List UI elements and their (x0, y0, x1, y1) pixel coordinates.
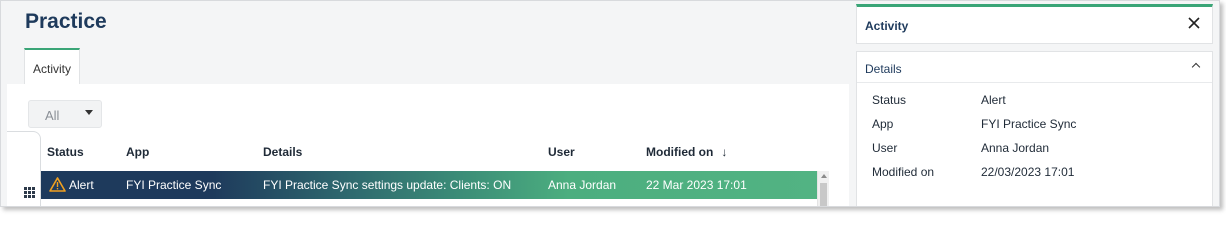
details-section: Details Status Alert App FYI Practice Sy… (856, 51, 1213, 206)
scrollbar-thumb[interactable] (820, 183, 827, 206)
close-icon[interactable] (1186, 15, 1202, 31)
tab-activity[interactable]: Activity (24, 48, 81, 84)
vertical-scrollbar[interactable] (817, 171, 829, 206)
row-details: FYI Practice Sync settings update: Clien… (263, 178, 512, 192)
detail-value-app: FYI Practice Sync (981, 117, 1077, 131)
detail-label-status: Status (872, 93, 907, 107)
detail-value-modified-on: 22/03/2023 17:01 (981, 165, 1075, 179)
row-app: FYI Practice Sync (126, 178, 222, 192)
app-window: Practice Activity All Status App Details… (0, 0, 1220, 207)
details-section-title: Details (865, 62, 902, 76)
main-content: Practice Activity All Status App Details… (1, 1, 849, 206)
detail-label-app: App (872, 117, 894, 131)
table-row[interactable]: Alert FYI Practice Sync FYI Practice Syn… (41, 171, 817, 199)
detail-label-user: User (872, 141, 898, 155)
side-panel-header: Activity (856, 4, 1213, 44)
column-header-app[interactable]: App (126, 145, 149, 159)
column-header-user[interactable]: User (548, 145, 575, 159)
column-header-details[interactable]: Details (263, 145, 302, 159)
detail-label-modified-on: Modified on (872, 165, 935, 179)
details-section-header[interactable]: Details (857, 52, 1212, 83)
row-user: Anna Jordan (548, 178, 617, 192)
page-title: Practice (25, 10, 107, 33)
column-header-modified-on-label: Modified on (646, 145, 714, 159)
row-status: Alert (69, 178, 94, 192)
arrow-down-icon: ↓ (721, 145, 728, 159)
scroll-up-arrow-icon[interactable] (821, 174, 827, 178)
tab-strip: Activity (24, 48, 81, 84)
grid-icon[interactable] (24, 187, 35, 198)
side-panel-title: Activity (865, 19, 909, 33)
caret-down-icon (85, 110, 93, 115)
column-header-status[interactable]: Status (47, 145, 84, 159)
column-header-modified-on[interactable]: Modified on ↓ (646, 145, 727, 159)
warning-triangle-icon (49, 177, 66, 192)
filter-value: All (45, 108, 60, 123)
detail-value-status: Alert (981, 93, 1006, 107)
activity-side-panel: Activity Details Status Alert App FYI Pr… (854, 1, 1219, 206)
detail-value-user: Anna Jordan (981, 141, 1050, 155)
chevron-up-icon (1191, 62, 1201, 72)
row-modified-on: 22 Mar 2023 17:01 (646, 178, 747, 192)
status-filter-dropdown[interactable]: All (28, 100, 102, 128)
